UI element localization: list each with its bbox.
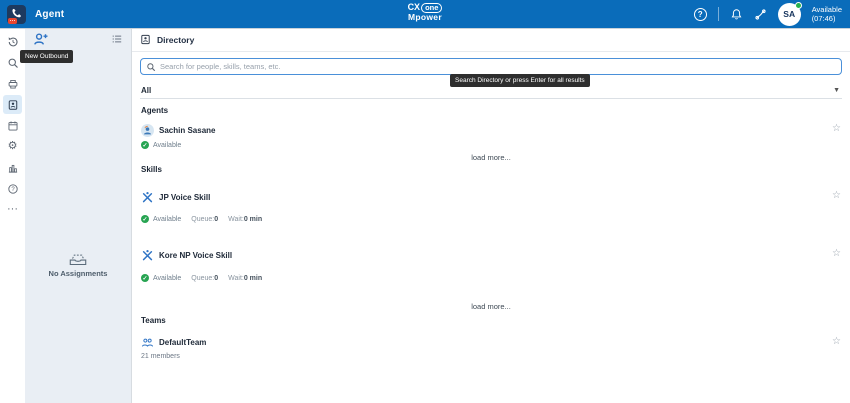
team-row[interactable]: DefaultTeam ☆	[141, 337, 841, 348]
notifications-bell-icon[interactable]	[730, 8, 743, 21]
reports-chart-icon[interactable]	[3, 158, 22, 177]
directory-title: Directory	[157, 34, 195, 45]
available-check-icon: ✓	[141, 274, 149, 282]
agent-status-text[interactable]: Available (07:46)	[812, 5, 842, 24]
logo-one-oval: one	[421, 3, 443, 14]
no-assignments-empty-state: No Assignments	[25, 252, 131, 278]
app-window: Agent CX one Mpower ? SA Available (07:4…	[0, 0, 850, 403]
skill-status-line: ✓ Available Queue:0 Wait:0 min	[141, 215, 841, 223]
favorite-star-icon[interactable]: ☆	[832, 191, 841, 201]
agents-section-heading: Agents	[141, 106, 169, 115]
assignments-panel: No Assignments	[25, 28, 131, 403]
skill-name: JP Voice Skill	[159, 193, 211, 202]
chevron-down-icon: ▼	[833, 86, 840, 94]
agent-name: Sachin Sasane	[159, 126, 216, 135]
skills-section-heading: Skills	[141, 165, 162, 174]
favorite-star-icon[interactable]: ☆	[832, 337, 841, 347]
handset-icon[interactable]	[754, 8, 767, 21]
teams-section-heading: Teams	[141, 316, 166, 325]
favorite-star-icon[interactable]: ☆	[832, 249, 841, 259]
skill-queue: Queue:0	[191, 274, 219, 282]
svg-text:?: ?	[11, 187, 15, 193]
inbox-icon	[69, 254, 87, 266]
skill-wait: Wait:0 min	[228, 274, 263, 282]
directory-results: Agents Sachin Sasane ☆ ✓ Available load …	[132, 106, 850, 360]
logo-cx: CX	[407, 2, 421, 12]
agent-availability: Available	[153, 141, 182, 149]
skill-wait: Wait:0 min	[228, 215, 263, 223]
available-check-icon: ✓	[141, 215, 149, 223]
skill-status-line: ✓ Available Queue:0 Wait:0 min	[141, 274, 841, 282]
search-input-icon	[147, 62, 156, 71]
skill-name: Kore NP Voice Skill	[159, 251, 233, 260]
left-icon-rail: ⚙ ? ···	[0, 28, 25, 403]
directory-search-box	[140, 58, 842, 75]
history-icon[interactable]	[3, 32, 22, 51]
printer-icon[interactable]	[3, 74, 22, 93]
presence-available-dot	[794, 1, 802, 9]
load-more-skills[interactable]: load more...	[141, 302, 841, 311]
help-icon[interactable]: ?	[693, 7, 707, 21]
skill-row[interactable]: JP Voice Skill ☆	[141, 191, 841, 204]
directory-search-input[interactable]	[160, 62, 836, 71]
chat-bubble-icon	[8, 17, 17, 24]
load-more-agents[interactable]: load more...	[141, 153, 841, 162]
agent-row[interactable]: Sachin Sasane ☆	[141, 124, 841, 137]
settings-gear-icon[interactable]: ⚙	[3, 137, 22, 156]
directory-icon[interactable]	[3, 95, 22, 114]
app-title: Agent	[35, 8, 65, 20]
skill-icon	[142, 191, 153, 203]
no-assignments-text: No Assignments	[48, 269, 108, 278]
agent-status-line: ✓ Available	[141, 141, 841, 149]
team-name: DefaultTeam	[159, 338, 207, 347]
favorite-star-icon[interactable]: ☆	[832, 124, 841, 134]
calendar-icon[interactable]	[3, 116, 22, 135]
skill-queue: Queue:0	[191, 215, 219, 223]
directory-card-icon	[141, 34, 150, 45]
skill-row[interactable]: Kore NP Voice Skill ☆	[141, 249, 841, 262]
header-divider	[717, 7, 719, 21]
directory-header: Directory	[132, 28, 850, 52]
skill-icon	[142, 249, 153, 261]
team-members-count: 21 members	[141, 353, 180, 360]
more-options-icon[interactable]: ···	[3, 200, 22, 219]
header-actions: ? SA Available (07:46)	[693, 0, 842, 28]
filter-selected-value: All	[141, 85, 152, 95]
new-outbound-tooltip: New Outbound	[20, 50, 74, 63]
agent-avatar	[141, 124, 154, 137]
user-avatar[interactable]: SA	[777, 1, 802, 26]
queue-list-icon[interactable]	[111, 33, 123, 45]
status-line2: (07:46)	[811, 14, 836, 23]
new-outbound-icon[interactable]	[32, 31, 49, 48]
team-icon	[141, 338, 154, 347]
agent-app-icon[interactable]	[7, 4, 26, 24]
top-header: Agent CX one Mpower ? SA Available (07:4…	[0, 0, 850, 28]
skill-availability: Available	[153, 274, 182, 282]
skill-availability: Available	[153, 215, 182, 223]
rail-help-icon[interactable]: ?	[3, 179, 22, 198]
available-check-icon: ✓	[141, 141, 149, 149]
status-line1: Available	[811, 4, 842, 14]
search-directory-tooltip: Search Directory or press Enter for all …	[450, 74, 590, 87]
